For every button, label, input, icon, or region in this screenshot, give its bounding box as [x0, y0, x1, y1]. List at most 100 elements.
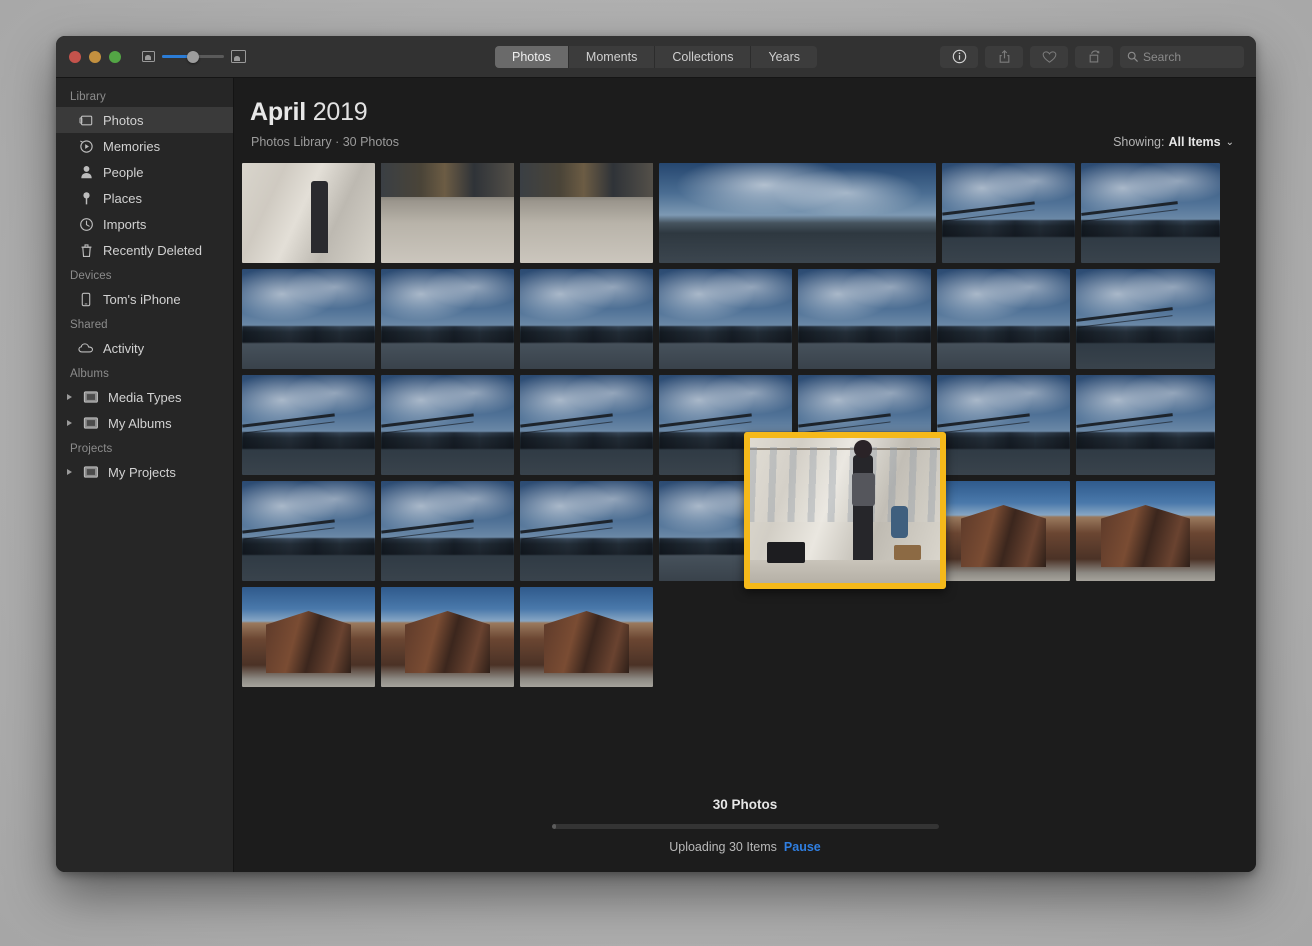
- cloud-icon: [78, 340, 94, 356]
- photo-thumbnail[interactable]: [937, 269, 1070, 369]
- ground: [750, 559, 940, 583]
- sidebar: Library Photos Memories People Places Im…: [56, 78, 234, 872]
- photo-thumbnail[interactable]: [1076, 375, 1215, 475]
- info-button[interactable]: [940, 45, 978, 68]
- upload-status-text: Uploading 30 Items: [669, 840, 777, 854]
- photo-thumbnail[interactable]: [242, 481, 375, 581]
- photos-window: Photos Moments Collections Years Search …: [56, 36, 1256, 872]
- showing-dropdown[interactable]: Showing: All Items ⌄: [1113, 135, 1234, 149]
- photo-thumbnail[interactable]: [1081, 163, 1220, 263]
- sidebar-item-label: My Albums: [108, 415, 172, 431]
- sidebar-item-label: Memories: [103, 138, 161, 154]
- chevron-right-icon[interactable]: [64, 469, 74, 475]
- photo-row: [242, 375, 1242, 475]
- toolbar-actions: Search: [940, 45, 1244, 68]
- search-placeholder: Search: [1143, 49, 1182, 64]
- photo-large-icon: [231, 50, 246, 63]
- photo-thumbnail[interactable]: [520, 481, 653, 581]
- photo-thumbnail[interactable]: [381, 375, 514, 475]
- photo-thumbnail[interactable]: [381, 269, 514, 369]
- photo-thumbnail[interactable]: [520, 163, 653, 263]
- sidebar-item-my-albums[interactable]: My Albums: [56, 410, 233, 436]
- sidebar-item-recently-deleted[interactable]: Recently Deleted: [56, 237, 233, 263]
- chevron-right-icon[interactable]: [64, 420, 74, 426]
- photo-thumbnail[interactable]: [242, 375, 375, 475]
- search-icon: [1127, 51, 1138, 62]
- photo-thumbnail[interactable]: [937, 481, 1070, 581]
- sidebar-item-label: Media Types: [108, 389, 182, 405]
- album-icon: [83, 389, 99, 405]
- sidebar-header-projects: Projects: [70, 443, 113, 455]
- sidebar-item-places[interactable]: Places: [56, 185, 233, 211]
- photo-thumbnail[interactable]: [242, 269, 375, 369]
- sidebar-item-activity[interactable]: Activity: [56, 335, 233, 361]
- photo-thumbnail[interactable]: [942, 163, 1075, 263]
- sidebar-item-toms-iphone[interactable]: Tom's iPhone: [56, 286, 233, 312]
- sidebar-item-imports[interactable]: Imports: [56, 211, 233, 237]
- window-body: Library Photos Memories People Places Im…: [56, 78, 1256, 872]
- sidebar-item-people[interactable]: People: [56, 159, 233, 185]
- sidebar-header-library: Library: [70, 91, 106, 103]
- slider-thumb[interactable]: [187, 50, 199, 63]
- minimize-button[interactable]: [89, 50, 101, 63]
- sidebar-header-albums: Albums: [70, 368, 109, 380]
- sidebar-header-devices: Devices: [70, 270, 112, 282]
- tab-collections[interactable]: Collections: [655, 45, 752, 68]
- photo-thumbnail[interactable]: [381, 163, 514, 263]
- photo-thumbnail[interactable]: [381, 481, 514, 581]
- photo-thumbnail[interactable]: [798, 269, 931, 369]
- page-title: April 2019: [244, 98, 1234, 127]
- chevron-down-icon: ⌄: [1225, 136, 1234, 148]
- pin-icon: [78, 190, 94, 206]
- album-icon: [83, 464, 99, 480]
- callout-photo: [750, 438, 940, 583]
- pause-upload-link[interactable]: Pause: [784, 840, 821, 854]
- sidebar-item-label: Places: [103, 190, 143, 206]
- heart-icon: [1042, 50, 1056, 63]
- tab-photos[interactable]: Photos: [495, 45, 569, 68]
- memories-icon: [78, 138, 94, 154]
- tab-years[interactable]: Years: [751, 46, 817, 68]
- photo-thumbnail[interactable]: [1076, 269, 1215, 369]
- photo-thumbnail[interactable]: [937, 375, 1070, 475]
- photo-thumbnail[interactable]: [1076, 481, 1215, 581]
- photo-thumbnail[interactable]: [381, 587, 514, 687]
- foreground-object: [767, 542, 806, 563]
- sidebar-item-my-projects[interactable]: My Projects: [56, 459, 233, 485]
- photo-thumbnail[interactable]: [659, 269, 792, 369]
- tab-moments[interactable]: Moments: [569, 45, 656, 68]
- sidebar-item-label: Activity: [103, 340, 145, 356]
- showing-value: All Items: [1168, 135, 1221, 149]
- share-button[interactable]: [985, 45, 1023, 68]
- sidebar-item-media-types[interactable]: Media Types: [56, 384, 233, 410]
- photo-row: [242, 163, 1242, 263]
- rotate-button[interactable]: [1075, 45, 1113, 68]
- showing-label: Showing:: [1113, 135, 1165, 149]
- sidebar-item-photos[interactable]: Photos: [56, 107, 233, 133]
- close-button[interactable]: [69, 50, 81, 63]
- share-icon: [999, 49, 1009, 63]
- chevron-right-icon[interactable]: [64, 394, 74, 400]
- photo-small-icon: [142, 51, 155, 62]
- photo-thumbnail[interactable]: [659, 163, 936, 263]
- thumbnail-size-slider[interactable]: [162, 50, 224, 63]
- iphone-icon: [78, 291, 94, 307]
- sidebar-item-label: Tom's iPhone: [103, 291, 181, 307]
- photo-grid-pane: April 2019 Photos Library · 30 Photos Sh…: [234, 78, 1256, 872]
- photo-thumbnail[interactable]: [242, 163, 375, 263]
- photo-count: 30 Photos: [712, 797, 778, 812]
- zoom-button[interactable]: [109, 50, 121, 63]
- thumbnail-size-slider-group: [142, 50, 246, 63]
- photo-thumbnail[interactable]: [520, 587, 653, 687]
- photo-thumbnail[interactable]: [520, 269, 653, 369]
- favorite-button[interactable]: [1030, 45, 1068, 68]
- photo-thumbnail[interactable]: [520, 375, 653, 475]
- photo-thumbnail[interactable]: [242, 587, 375, 687]
- library-subtitle: Photos Library · 30 Photos: [251, 135, 399, 149]
- window-toolbar: Photos Moments Collections Years Search: [56, 36, 1256, 78]
- search-field[interactable]: Search: [1120, 45, 1244, 68]
- callout-zoom-box: [744, 432, 946, 589]
- photo-row: [242, 587, 1242, 687]
- sidebar-item-memories[interactable]: Memories: [56, 133, 233, 159]
- person-icon: [78, 164, 94, 180]
